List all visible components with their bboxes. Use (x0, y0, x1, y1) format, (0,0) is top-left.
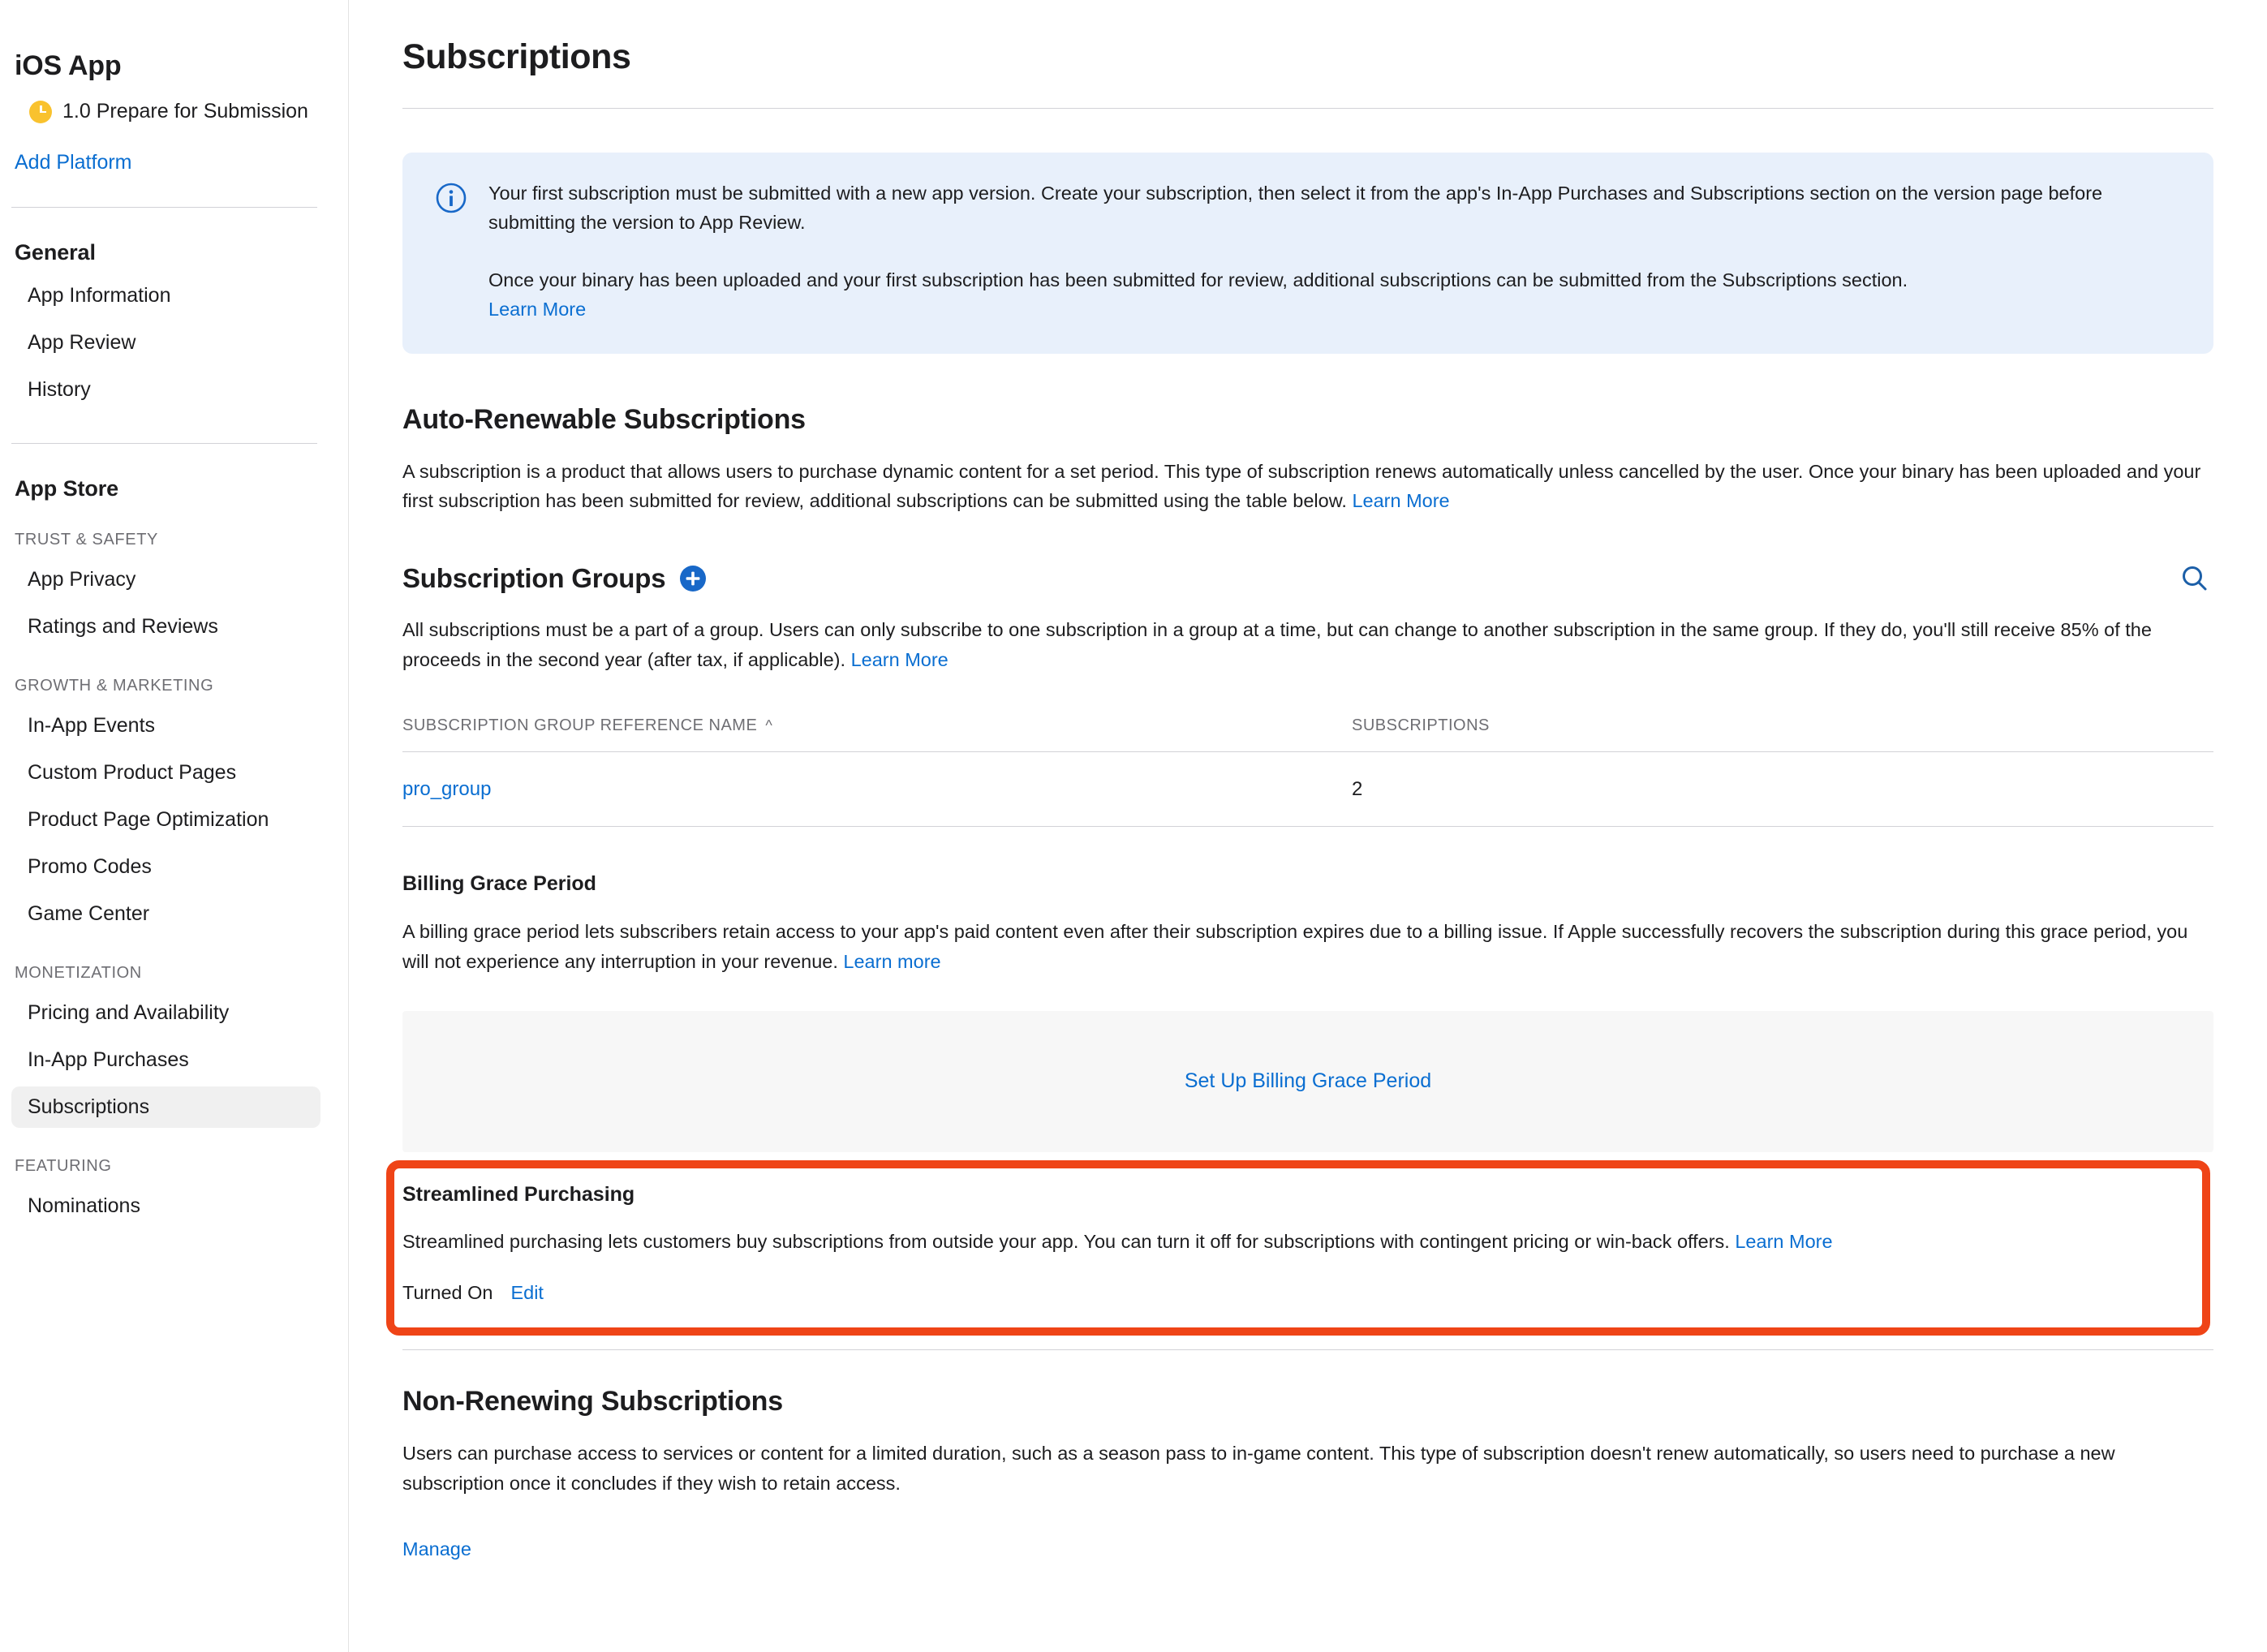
streamlined-purchasing-learn-more-link[interactable]: Learn More (1735, 1231, 1832, 1252)
sidebar-trust-safety-items: App Privacy Ratings and Reviews (11, 559, 327, 647)
table-header-row: SUBSCRIPTION GROUP REFERENCE NAME ^ SUBS… (402, 716, 2213, 753)
streamlined-purchasing-description: Streamlined purchasing lets customers bu… (402, 1228, 2213, 1256)
streamlined-purchasing-section: Streamlined Purchasing Streamlined purch… (385, 1159, 2231, 1336)
subscription-groups-header: Subscription Groups (402, 563, 2213, 594)
manage-non-renewing-link[interactable]: Manage (402, 1538, 471, 1560)
info-banner-body: Your first subscription must be submitte… (488, 179, 2181, 325)
main-content: Subscriptions Your first subscription mu… (349, 0, 2267, 1652)
subscription-groups-learn-more-link[interactable]: Learn More (851, 649, 949, 670)
sidebar-item-in-app-events[interactable]: In-App Events (11, 705, 320, 746)
title-divider (402, 108, 2213, 109)
billing-grace-period-learn-more-link[interactable]: Learn more (843, 951, 940, 972)
auto-renewable-description: A subscription is a product that allows … (402, 457, 2213, 516)
table-cell-subscriptions-count: 2 (1352, 777, 1363, 800)
add-subscription-group-plus-icon[interactable] (680, 566, 707, 592)
sidebar-item-nominations[interactable]: Nominations (11, 1185, 320, 1227)
auto-renewable-learn-more-link[interactable]: Learn More (1352, 490, 1449, 511)
page-title: Subscriptions (402, 37, 631, 76)
sidebar-divider-2 (11, 443, 317, 444)
sidebar-group-general: General (15, 240, 96, 265)
subscription-groups-title: Subscription Groups (402, 563, 666, 593)
sort-ascending-icon: ^ (765, 717, 773, 734)
info-banner-paragraph-1: Your first subscription must be submitte… (488, 183, 2103, 234)
billing-grace-period-title: Billing Grace Period (402, 872, 596, 896)
auto-renewable-description-text: A subscription is a product that allows … (402, 460, 2201, 512)
non-renewing-description: Users can purchase access to services or… (402, 1442, 2115, 1494)
sidebar-item-ratings-and-reviews[interactable]: Ratings and Reviews (11, 606, 320, 647)
sidebar-monetization-items: Pricing and Availability In-App Purchase… (11, 992, 327, 1128)
sidebar-item-app-privacy[interactable]: App Privacy (11, 559, 320, 600)
billing-grace-period-description: A billing grace period lets subscribers … (402, 917, 2213, 976)
info-icon (435, 182, 467, 325)
sidebar-featuring-items: Nominations (11, 1185, 327, 1227)
sidebar-item-app-information[interactable]: App Information (11, 275, 320, 316)
sidebar-item-app-review[interactable]: App Review (11, 322, 320, 364)
sidebar-general-items: App Information App Review History (11, 275, 327, 411)
sidebar-item-promo-codes[interactable]: Promo Codes (11, 846, 320, 888)
sidebar-item-pricing-and-availability[interactable]: Pricing and Availability (11, 992, 320, 1034)
non-renewing-title: Non-Renewing Subscriptions (402, 1385, 783, 1417)
subscription-groups-header-left: Subscription Groups (402, 563, 707, 594)
section-divider (402, 1349, 2213, 1350)
auto-renewable-title: Auto-Renewable Subscriptions (402, 403, 806, 435)
search-icon[interactable] (2179, 563, 2210, 594)
info-banner-paragraph-2: Once your binary has been uploaded and y… (488, 265, 2181, 325)
column-header-subscriptions: SUBSCRIPTIONS (1352, 716, 1490, 735)
sidebar-growth-marketing-items: In-App Events Custom Product Pages Produ… (11, 705, 327, 935)
sidebar-section-growth-marketing: GROWTH & MARKETING (15, 677, 214, 695)
streamlined-purchasing-status: Turned On (402, 1281, 493, 1303)
sidebar-section-trust-safety: TRUST & SAFETY (15, 531, 158, 549)
streamlined-purchasing-edit-link[interactable]: Edit (510, 1282, 544, 1304)
subscription-groups-description: All subscriptions must be a part of a gr… (402, 615, 2213, 674)
sidebar-item-in-app-purchases[interactable]: In-App Purchases (11, 1039, 320, 1081)
sidebar-section-monetization: MONETIZATION (15, 964, 142, 982)
sidebar-version-status[interactable]: 1.0 Prepare for Submission (11, 100, 327, 123)
set-up-billing-grace-period-button[interactable]: Set Up Billing Grace Period (1185, 1069, 1431, 1093)
table-cell-reference-name: pro_group (402, 778, 1352, 801)
app-root: iOS App 1.0 Prepare for Submission Add P… (0, 0, 2267, 1652)
sidebar-item-custom-product-pages[interactable]: Custom Product Pages (11, 752, 320, 794)
streamlined-purchasing-title: Streamlined Purchasing (402, 1182, 635, 1206)
sidebar-item-subscriptions[interactable]: Subscriptions (11, 1086, 320, 1128)
subscription-group-link[interactable]: pro_group (402, 778, 491, 800)
sidebar-group-app-store: App Store (15, 476, 119, 501)
sidebar-item-product-page-optimization[interactable]: Product Page Optimization (11, 799, 320, 841)
clock-icon (29, 100, 52, 123)
billing-grace-period-panel: Set Up Billing Grace Period (402, 1010, 2213, 1152)
sidebar-item-history[interactable]: History (11, 369, 320, 411)
sidebar: iOS App 1.0 Prepare for Submission Add P… (0, 0, 349, 1652)
info-banner-paragraph-2-text: Once your binary has been uploaded and y… (488, 269, 1908, 290)
streamlined-purchasing-status-row: Turned On Edit (402, 1282, 2213, 1304)
sidebar-app-title: iOS App (15, 50, 122, 81)
sidebar-item-game-center[interactable]: Game Center (11, 893, 320, 935)
column-header-reference-name-label: SUBSCRIPTION GROUP REFERENCE NAME (402, 716, 758, 735)
version-status-label: 1.0 Prepare for Submission (62, 100, 308, 123)
subscription-groups-description-text: All subscriptions must be a part of a gr… (402, 619, 2152, 670)
sidebar-section-featuring: FEATURING (15, 1157, 112, 1175)
info-banner-learn-more-link[interactable]: Learn More (488, 299, 586, 320)
info-banner: Your first subscription must be submitte… (402, 153, 2213, 354)
table-row: pro_group 2 (402, 752, 2213, 828)
sidebar-divider-1 (11, 207, 317, 208)
column-header-reference-name[interactable]: SUBSCRIPTION GROUP REFERENCE NAME ^ (402, 716, 1352, 735)
add-platform-link[interactable]: Add Platform (15, 151, 327, 174)
billing-grace-period-description-text: A billing grace period lets subscribers … (402, 921, 2188, 972)
subscription-groups-table: SUBSCRIPTION GROUP REFERENCE NAME ^ SUBS… (402, 716, 2213, 828)
streamlined-purchasing-description-text: Streamlined purchasing lets customers bu… (402, 1230, 1730, 1252)
